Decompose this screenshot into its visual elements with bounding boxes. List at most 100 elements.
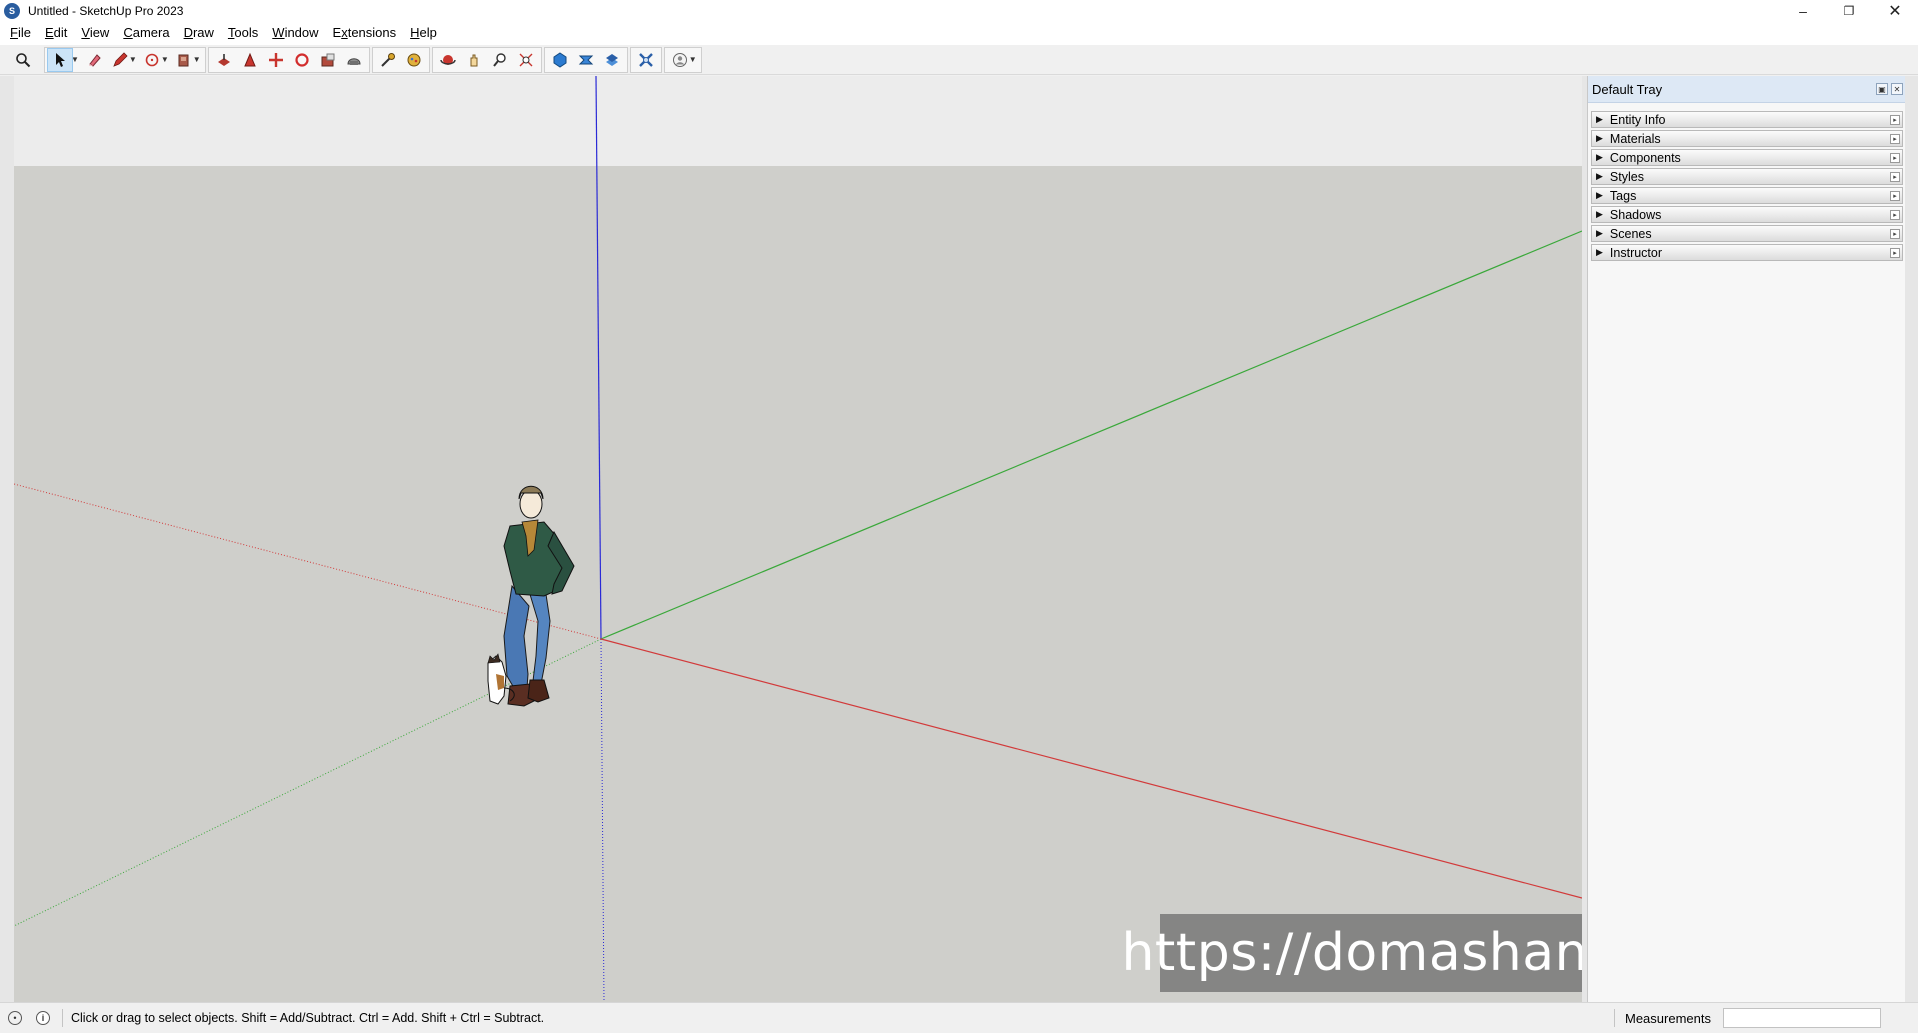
menu-file[interactable]: File (3, 21, 38, 45)
menu-tools[interactable]: Tools (221, 21, 265, 45)
panel-close-icon[interactable]: ▸ (1890, 153, 1900, 163)
orbit-tool-button[interactable] (435, 48, 461, 72)
panel-components[interactable]: ▶ Components ▸ (1591, 149, 1903, 166)
modeling-viewport[interactable]: https://domashand.tistory.com (0, 76, 1582, 1002)
panel-close-icon[interactable]: ▸ (1890, 191, 1900, 201)
tape-measure-icon (380, 52, 395, 67)
measurements-label: Measurements (1625, 1011, 1711, 1026)
panel-close-icon[interactable]: ▸ (1890, 248, 1900, 258)
tray-header-icons: ▣ ✕ (1876, 83, 1903, 95)
panel-close-icon[interactable]: ▸ (1890, 134, 1900, 144)
status-bar: • i Click or drag to select objects. Shi… (0, 1002, 1918, 1033)
search-button[interactable] (10, 48, 36, 72)
expand-triangle-icon: ▶ (1596, 133, 1603, 143)
restore-button[interactable]: ❐ (1826, 0, 1872, 21)
warehouse-button[interactable] (547, 48, 573, 72)
tape-measure-icon (347, 57, 361, 65)
close-button[interactable]: ✕ (1872, 0, 1918, 21)
rotate-tool-button[interactable] (263, 48, 289, 72)
eraser-tool-button[interactable] (81, 48, 107, 72)
minimize-button[interactable]: – (1780, 0, 1826, 21)
tape-measure-tool-button[interactable] (341, 48, 367, 72)
menu-extensions[interactable]: Extensions (326, 21, 404, 45)
orbit-icon (439, 54, 456, 65)
red-axis (600, 638, 1582, 899)
expand-triangle-icon: ▶ (1596, 209, 1603, 219)
zoom-tool-button[interactable] (487, 48, 513, 72)
menu-camera[interactable]: Camera (116, 21, 176, 45)
account-icon (672, 52, 687, 67)
instructor-info-icon[interactable]: i (36, 1011, 50, 1025)
menu-edit[interactable]: Edit (38, 21, 74, 45)
search-icon (16, 52, 31, 67)
scale-icon (295, 52, 309, 67)
restore-icon: ❐ (1843, 3, 1855, 18)
extension-warehouse-icon (578, 55, 593, 64)
move-tool-button[interactable] (211, 48, 237, 72)
scale-tool-button[interactable] (289, 48, 315, 72)
blue-axis (595, 76, 602, 640)
toolbar-group-construct (371, 46, 430, 73)
rotate-icon (268, 52, 283, 67)
default-tray: Default Tray ▣ ✕ ▶ Entity Info ▸ ▶ Material… (1587, 76, 1905, 1002)
panel-scenes[interactable]: ▶ Scenes ▸ (1591, 225, 1903, 242)
select-icon (56, 52, 65, 67)
account-button[interactable] (667, 48, 693, 72)
paint-bucket-icon (407, 53, 421, 66)
menu-help[interactable]: Help (403, 21, 444, 45)
panel-entity-info[interactable]: ▶ Entity Info ▸ (1591, 111, 1903, 128)
panel-instructor[interactable]: ▶ Instructor ▸ (1591, 244, 1903, 261)
extension-manager-button[interactable] (633, 48, 659, 72)
panel-close-icon[interactable]: ▸ (1890, 115, 1900, 125)
toolbar-group-edit (207, 46, 370, 73)
panel-tags[interactable]: ▶ Tags ▸ (1591, 187, 1903, 204)
follow-me-tool-button[interactable] (315, 48, 341, 72)
menu-bar: File Edit View Camera Draw Tools Window … (0, 21, 1918, 45)
blue-axis-negative (600, 638, 605, 1002)
panel-shadows[interactable]: ▶ Shadows ▸ (1591, 206, 1903, 223)
text-tool-button[interactable] (401, 48, 427, 72)
green-axis (600, 230, 1582, 640)
measurements-input[interactable] (1723, 1008, 1881, 1028)
expand-triangle-icon: ▶ (1596, 152, 1603, 162)
tray-right-edge (1905, 76, 1918, 1002)
status-divider (62, 1009, 63, 1027)
window-title: Untitled - SketchUp Pro 2023 (28, 3, 184, 18)
push-pull-tool-button[interactable] (171, 48, 197, 72)
menu-view[interactable]: View (74, 21, 116, 45)
expand-triangle-icon: ▶ (1596, 228, 1603, 238)
offset-icon (243, 52, 256, 66)
panel-close-icon[interactable]: ▸ (1890, 210, 1900, 220)
eraser-icon (88, 53, 101, 67)
status-hint: Click or drag to select objects. Shift =… (71, 1011, 545, 1025)
expand-triangle-icon: ▶ (1596, 114, 1603, 124)
panel-styles[interactable]: ▶ Styles ▸ (1591, 168, 1903, 185)
scale-figure (487, 485, 575, 707)
extension-manager-icon (638, 52, 653, 67)
close-icon: ✕ (1888, 2, 1902, 20)
pencil-tool-button[interactable] (107, 48, 133, 72)
zoom-extents-tool-button[interactable] (513, 48, 539, 72)
layout-button[interactable] (599, 48, 625, 72)
move-icon (217, 53, 230, 66)
panel-close-icon[interactable]: ▸ (1890, 172, 1900, 182)
layout-icon (605, 53, 618, 66)
menu-window[interactable]: Window (265, 21, 325, 45)
zoom-icon (492, 52, 506, 67)
panel-materials[interactable]: ▶ Materials ▸ (1591, 130, 1903, 147)
zoom-extents-icon (519, 53, 533, 66)
rectangle-tool-button[interactable] (139, 48, 165, 72)
offset-tool-button[interactable] (237, 48, 263, 72)
toolbar-group-extensions (629, 46, 662, 73)
pencil-icon (113, 51, 128, 67)
panel-close-icon[interactable]: ▸ (1890, 229, 1900, 239)
menu-draw[interactable]: Draw (177, 21, 221, 45)
extension-warehouse-button[interactable] (573, 48, 599, 72)
pan-tool-button[interactable] (461, 48, 487, 72)
expand-triangle-icon: ▶ (1596, 171, 1603, 181)
paint-bucket-tool-button[interactable] (375, 48, 401, 72)
geo-location-icon[interactable]: • (8, 1011, 22, 1025)
select-tool-button[interactable] (47, 47, 73, 72)
pin-icon[interactable]: ▣ (1876, 83, 1888, 95)
close-icon[interactable]: ✕ (1891, 83, 1903, 95)
